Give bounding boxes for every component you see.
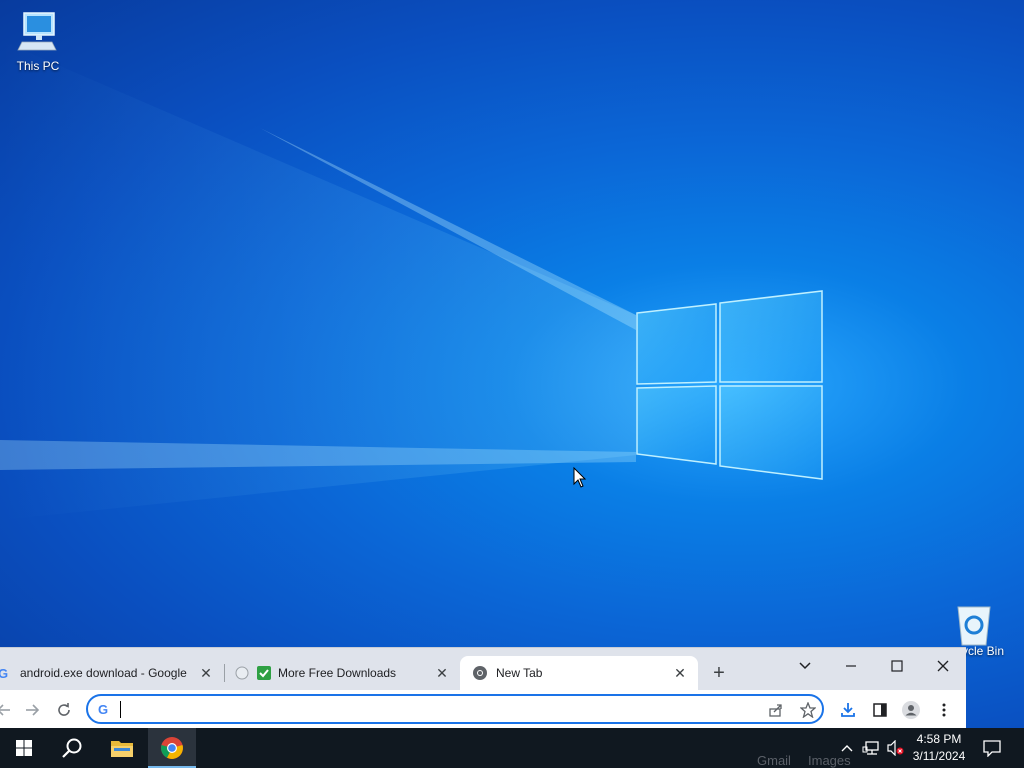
tab-new-tab[interactable]: New Tab ✕ — [460, 656, 698, 690]
this-pc-shortcut[interactable]: This PC — [0, 10, 76, 73]
file-explorer-button[interactable] — [98, 728, 146, 768]
svg-text:G: G — [98, 702, 108, 716]
taskbar: 4:58 PM 3/11/2024 — [0, 728, 1024, 768]
clock-date: 3/11/2024 — [912, 749, 966, 763]
search-button[interactable] — [48, 728, 96, 768]
back-button[interactable] — [0, 698, 16, 722]
windows-start-icon — [16, 740, 32, 756]
back-arrow-icon — [0, 704, 10, 716]
tab-android-exe-download[interactable]: G android.exe download - Google ✕ — [0, 656, 222, 690]
menu-button[interactable] — [932, 698, 956, 722]
text-caret — [120, 701, 121, 718]
action-center-button[interactable] — [978, 728, 1006, 768]
chrome-window: G android.exe download - Google ✕ More F… — [0, 647, 966, 729]
recycle-bin-icon — [957, 606, 991, 646]
tab-title: More Free Downloads — [278, 666, 397, 680]
minimize-button[interactable] — [828, 652, 874, 680]
this-pc-icon — [17, 12, 57, 51]
chrome-icon — [472, 665, 488, 681]
address-bar[interactable]: G — [86, 694, 824, 724]
notification-icon — [983, 740, 1001, 757]
close-tab-icon[interactable]: ✕ — [198, 665, 214, 681]
network-button[interactable] — [860, 728, 882, 768]
chrome-icon — [161, 737, 183, 759]
gmail-link-faded: Gmail — [757, 753, 791, 768]
tab-title: New Tab — [496, 666, 543, 680]
recycle-bin-label: ycle Bin — [962, 644, 1005, 658]
search-icon — [62, 738, 82, 758]
page-icon — [234, 665, 250, 681]
mouse-pointer-icon — [573, 467, 587, 488]
reload-button[interactable] — [52, 698, 76, 722]
address-input[interactable] — [118, 699, 742, 721]
images-link-faded: Images — [808, 753, 851, 768]
forward-arrow-icon — [26, 704, 40, 716]
close-tab-icon[interactable]: ✕ — [434, 665, 450, 681]
tab-title: android.exe download - Google — [20, 666, 187, 680]
chevron-up-icon — [841, 745, 853, 752]
close-window-button[interactable] — [920, 652, 966, 680]
maximize-button[interactable] — [874, 652, 920, 680]
new-tab-button[interactable]: + — [708, 662, 730, 684]
network-icon — [862, 741, 879, 755]
forward-button[interactable] — [20, 698, 44, 722]
volume-button[interactable] — [884, 728, 906, 768]
browser-toolbar: G — [0, 690, 966, 729]
side-panel-button[interactable] — [868, 698, 892, 722]
taskbar-clock[interactable]: 4:58 PM 3/11/2024 — [906, 731, 972, 765]
file-explorer-icon — [111, 741, 133, 757]
chevron-down-icon — [799, 662, 811, 670]
chrome-taskbar-button[interactable] — [148, 728, 196, 768]
close-icon — [937, 660, 949, 672]
minimize-icon — [846, 665, 856, 667]
start-button[interactable] — [0, 728, 48, 768]
this-pc-label: This PC — [16, 59, 60, 73]
tab-more-free-downloads[interactable]: More Free Downloads ✕ — [232, 656, 460, 690]
clock-time: 4:58 PM — [916, 732, 962, 746]
share-icon[interactable] — [768, 702, 784, 718]
google-g-icon: G — [0, 665, 12, 681]
close-tab-icon[interactable]: ✕ — [672, 665, 688, 681]
volume-muted-icon — [887, 740, 904, 756]
google-g-icon: G — [98, 702, 108, 716]
reload-icon — [58, 703, 70, 716]
kebab-menu-icon — [942, 703, 946, 717]
downloads-button[interactable] — [836, 698, 860, 722]
profile-button[interactable] — [899, 698, 923, 722]
maximize-icon — [891, 660, 903, 672]
download-icon — [841, 703, 855, 717]
tab-divider — [224, 664, 225, 682]
svg-text:G: G — [0, 666, 8, 680]
avatar-icon — [902, 701, 920, 719]
green-check-icon — [256, 665, 272, 681]
side-panel-icon — [873, 703, 887, 717]
tab-search-button[interactable] — [782, 652, 828, 680]
bookmark-star-icon[interactable] — [800, 702, 816, 718]
